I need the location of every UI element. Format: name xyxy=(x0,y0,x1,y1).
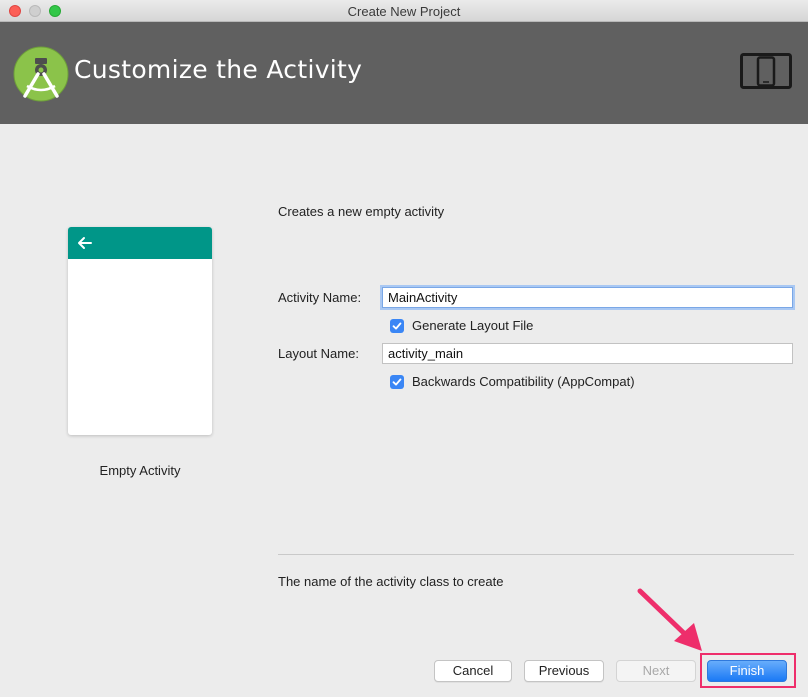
backwards-compat-checkbox-row[interactable]: Backwards Compatibility (AppCompat) xyxy=(390,374,635,389)
generate-layout-checkbox-row[interactable]: Generate Layout File xyxy=(390,318,533,333)
title-bar: Create New Project xyxy=(0,0,808,22)
android-studio-logo-icon xyxy=(13,46,69,102)
layout-name-label: Layout Name: xyxy=(278,346,359,361)
backwards-compat-checkbox[interactable] xyxy=(390,374,404,389)
tablet-phone-icon xyxy=(740,53,792,89)
next-button[interactable]: Next xyxy=(616,660,696,682)
page-title: Customize the Activity xyxy=(74,55,363,84)
checkmark-icon xyxy=(392,378,402,385)
field-hint: The name of the activity class to create xyxy=(278,574,504,589)
divider xyxy=(278,554,794,555)
activity-description: Creates a new empty activity xyxy=(278,204,445,219)
finish-button[interactable]: Finish xyxy=(707,660,787,682)
preview-toolbar xyxy=(68,227,212,259)
header-banner: Customize the Activity xyxy=(0,22,808,124)
activity-name-label: Activity Name: xyxy=(278,290,362,305)
layout-name-input[interactable]: activity_main xyxy=(382,343,793,364)
previous-button[interactable]: Previous xyxy=(524,660,604,682)
cancel-button[interactable]: Cancel xyxy=(434,660,512,682)
generate-layout-label: Generate Layout File xyxy=(412,318,534,333)
pointer-arrow-icon xyxy=(637,588,702,651)
activity-name-input[interactable]: MainActivity xyxy=(382,287,793,308)
activity-preview-card[interactable] xyxy=(68,227,212,435)
backwards-compat-label: Backwards Compatibility (AppCompat) xyxy=(412,374,635,389)
window-title: Create New Project xyxy=(347,4,461,19)
back-arrow-icon xyxy=(78,237,92,249)
checkmark-icon xyxy=(392,322,402,329)
create-project-window: Create New Project Customize the Activit… xyxy=(0,0,808,697)
activity-preview-label: Empty Activity xyxy=(99,463,181,478)
generate-layout-checkbox[interactable] xyxy=(390,318,404,333)
